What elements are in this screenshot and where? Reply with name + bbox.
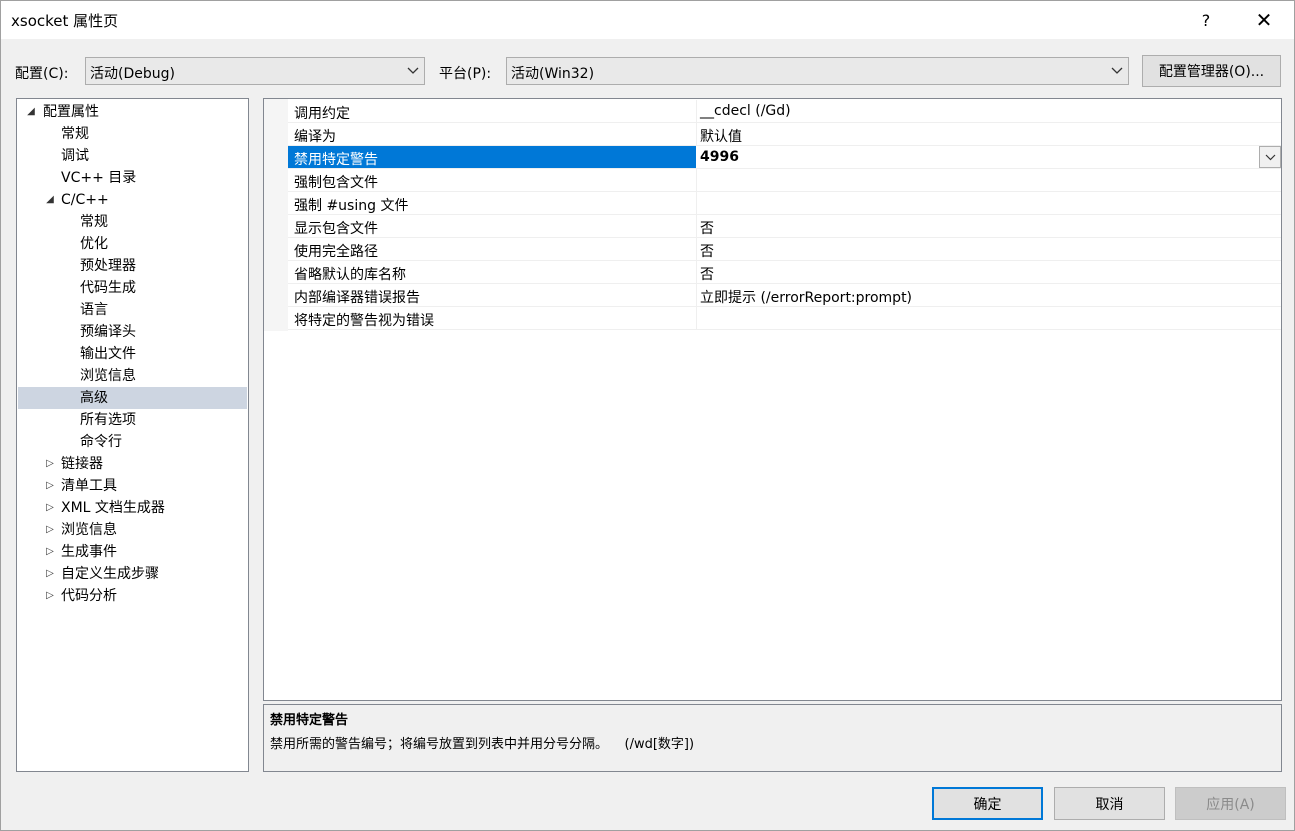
close-button[interactable]: ✕ [1241, 1, 1287, 39]
property-row[interactable]: 强制包含文件 [288, 169, 1281, 192]
property-name: 强制包含文件 [294, 175, 378, 191]
property-value[interactable]: 否 [700, 241, 714, 261]
apply-button[interactable]: 应用(A) [1175, 787, 1286, 820]
description-text: 禁用所需的警告编号；将编号放置到列表中并用分号分隔。 (/wd[数字]) [270, 737, 695, 752]
config-combobox[interactable]: 活动(Debug) [85, 57, 425, 85]
property-name: 将特定的警告视为错误 [294, 313, 434, 329]
tree-label: XML 文档生成器 [61, 500, 165, 516]
tree-node-general[interactable]: 常规 [61, 123, 89, 145]
property-row-selected[interactable]: 禁用特定警告 4996 [288, 146, 1281, 169]
tree-node-cpp-all-options[interactable]: 所有选项 [80, 409, 136, 431]
property-row[interactable]: 强制 #using 文件 [288, 192, 1281, 215]
property-name: 内部编译器错误报告 [294, 290, 420, 306]
property-name: 省略默认的库名称 [294, 267, 406, 283]
platform-combobox[interactable]: 活动(Win32) [506, 57, 1129, 85]
tree-node-config-properties[interactable]: ◢ 配置属性 [25, 101, 99, 123]
tree-label: 清单工具 [61, 478, 117, 494]
collapsed-triangle-icon: ▷ [46, 524, 54, 535]
tree-label: C/C++ [61, 192, 109, 208]
property-value-input[interactable]: 4996 [700, 149, 739, 165]
chevron-down-icon [1108, 61, 1126, 81]
collapsed-triangle-icon: ▷ [46, 480, 54, 491]
tree-label: 浏览信息 [61, 522, 117, 538]
property-row[interactable]: 将特定的警告视为错误 [288, 307, 1281, 330]
tree-node-cpp-language[interactable]: 语言 [80, 299, 108, 321]
ok-button[interactable]: 确定 [932, 787, 1043, 820]
property-row[interactable]: 使用完全路径 否 [288, 238, 1281, 261]
property-dropdown-button[interactable] [1259, 146, 1281, 168]
tree-node-cpp-advanced[interactable]: 高级 [18, 387, 247, 409]
tree-node-cpp-browse-info[interactable]: 浏览信息 [80, 365, 136, 387]
tree-node-xml-doc-generator[interactable]: ▷ XML 文档生成器 [44, 497, 165, 519]
property-name: 强制 #using 文件 [294, 198, 409, 214]
property-value[interactable]: __cdecl (/Gd) [700, 103, 791, 119]
description-panel: 禁用特定警告 禁用所需的警告编号；将编号放置到列表中并用分号分隔。 (/wd[数… [263, 704, 1282, 772]
grid-gutter [264, 99, 288, 331]
config-label: 配置(C): [15, 66, 69, 82]
tree-node-build-events[interactable]: ▷ 生成事件 [44, 541, 117, 563]
property-row[interactable]: 调用约定 __cdecl (/Gd) [288, 100, 1281, 123]
tree-label: 链接器 [61, 456, 103, 472]
chevron-down-icon [404, 61, 422, 81]
tree-node-code-analysis[interactable]: ▷ 代码分析 [44, 585, 117, 607]
tree-node-linker[interactable]: ▷ 链接器 [44, 453, 103, 475]
platform-label: 平台(P): [439, 66, 492, 82]
help-button[interactable]: ? [1183, 1, 1229, 39]
collapsed-triangle-icon: ▷ [46, 502, 54, 513]
collapsed-triangle-icon: ▷ [46, 568, 54, 579]
config-manager-button[interactable]: 配置管理器(O)... [1142, 55, 1281, 87]
chevron-down-icon [1265, 154, 1275, 160]
tree-node-vc-directories[interactable]: VC++ 目录 [61, 167, 136, 189]
property-value[interactable]: 否 [700, 264, 714, 284]
tree-node-cpp-pch[interactable]: 预编译头 [80, 321, 136, 343]
property-grid: 调用约定 __cdecl (/Gd) 编译为 默认值 禁用特定警告 4996 强… [263, 98, 1282, 701]
tree-node-cpp[interactable]: ◢ C/C++ [44, 189, 109, 211]
property-name: 禁用特定警告 [294, 152, 378, 168]
property-name: 使用完全路径 [294, 244, 378, 260]
property-pages-dialog: xsocket 属性页 ? ✕ 配置(C): 活动(Debug) 平台(P): … [0, 0, 1295, 831]
property-name: 调用约定 [294, 106, 350, 122]
property-row[interactable]: 显示包含文件 否 [288, 215, 1281, 238]
property-name: 编译为 [294, 129, 336, 145]
tree-node-browse-info[interactable]: ▷ 浏览信息 [44, 519, 117, 541]
description-title: 禁用特定警告 [270, 713, 349, 728]
tree-node-custom-build-step[interactable]: ▷ 自定义生成步骤 [44, 563, 159, 585]
platform-value: 活动(Win32) [511, 66, 595, 82]
property-name: 显示包含文件 [294, 221, 378, 237]
expanded-triangle-icon: ◢ [27, 106, 35, 117]
tree-label: 自定义生成步骤 [61, 566, 159, 582]
collapsed-triangle-icon: ▷ [46, 546, 54, 557]
tree-label: 配置属性 [43, 104, 99, 120]
property-value[interactable]: 否 [700, 218, 714, 238]
tree-label: 代码分析 [61, 588, 117, 604]
tree-node-cpp-codegen[interactable]: 代码生成 [80, 277, 136, 299]
tree-node-cpp-optimization[interactable]: 优化 [80, 233, 108, 255]
tree-label: 生成事件 [61, 544, 117, 560]
cancel-button[interactable]: 取消 [1054, 787, 1165, 820]
tree-node-cpp-output-files[interactable]: 输出文件 [80, 343, 136, 365]
window-title: xsocket 属性页 [11, 12, 119, 30]
tree-node-cpp-general[interactable]: 常规 [80, 211, 108, 233]
property-row[interactable]: 省略默认的库名称 否 [288, 261, 1281, 284]
property-row[interactable]: 编译为 默认值 [288, 123, 1281, 146]
property-row[interactable]: 内部编译器错误报告 立即提示 (/errorReport:prompt) [288, 284, 1281, 307]
title-bar: xsocket 属性页 ? ✕ [1, 1, 1294, 39]
collapsed-triangle-icon: ▷ [46, 458, 54, 469]
tree-node-cpp-preprocessor[interactable]: 预处理器 [80, 255, 136, 277]
tree-node-cpp-command-line[interactable]: 命令行 [80, 431, 122, 453]
config-value: 活动(Debug) [90, 66, 175, 82]
tree-node-debugging[interactable]: 调试 [61, 145, 89, 167]
expanded-triangle-icon: ◢ [46, 194, 54, 205]
property-tree: ◢ 配置属性 常规 调试 VC++ 目录 ◢ C/C++ 常规 优化 预处理器 … [16, 98, 249, 772]
property-value[interactable]: 默认值 [700, 126, 742, 146]
tree-node-manifest-tool[interactable]: ▷ 清单工具 [44, 475, 117, 497]
property-value[interactable]: 立即提示 (/errorReport:prompt) [700, 287, 912, 307]
collapsed-triangle-icon: ▷ [46, 590, 54, 601]
